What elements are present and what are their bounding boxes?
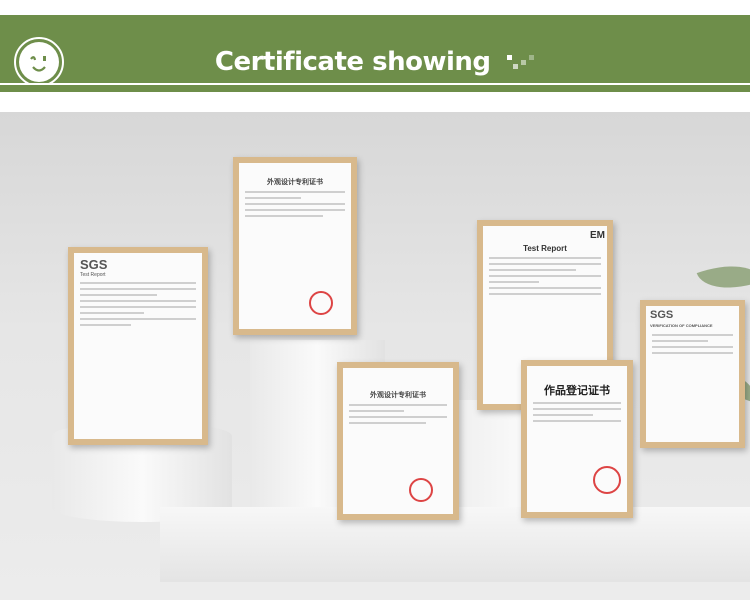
- cert-title: 外观设计专利证书: [267, 179, 323, 186]
- cert-title: Test Report: [523, 244, 567, 253]
- certificate-frame: SGS Test Report: [68, 247, 208, 445]
- certificate-frame: 外观设计专利证书: [337, 362, 459, 520]
- cert-brand: SGS: [650, 309, 674, 321]
- certificate-frame: 作品登记证书: [521, 360, 633, 518]
- header-stripe: [0, 85, 750, 92]
- cert-brand: EM: [590, 230, 605, 241]
- title-text: Certificate showing: [214, 47, 491, 77]
- cert-title: 作品登记证书: [544, 385, 610, 397]
- cert-subtitle: VERIFICATION OF COMPLIANCE: [650, 323, 713, 328]
- certificate-frame: SGS VERIFICATION OF COMPLIANCE: [640, 300, 745, 448]
- cert-title: 外观设计专利证书: [370, 392, 426, 399]
- certificate-frame: 外观设计专利证书: [233, 157, 357, 335]
- leaf-decoration: [696, 252, 750, 302]
- header-banner: Certificate showing: [0, 15, 750, 87]
- cert-subtitle: Test Report: [80, 272, 106, 278]
- page-title: Certificate showing: [0, 47, 750, 77]
- cert-brand: SGS: [80, 257, 108, 272]
- dots-decoration: [499, 53, 535, 73]
